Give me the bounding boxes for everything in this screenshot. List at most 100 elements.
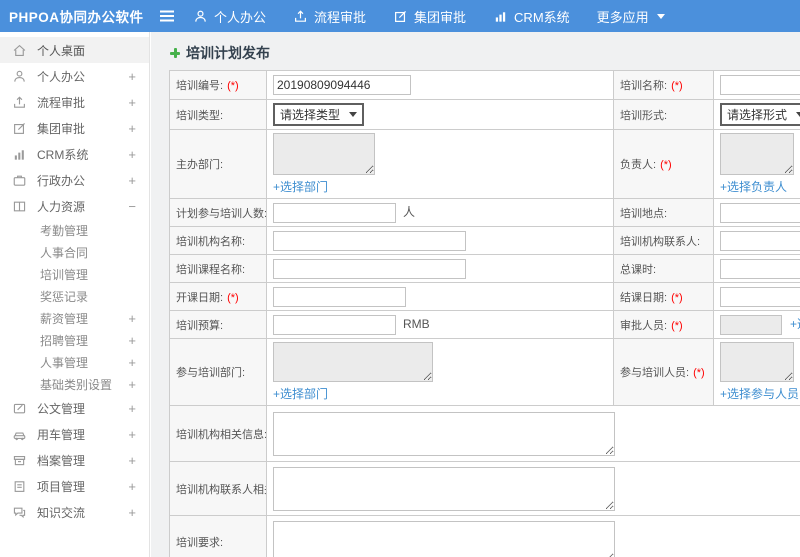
nav-group-approval[interactable]: 集团审批 xyxy=(393,7,466,26)
expand-indicator[interactable]: + xyxy=(128,121,136,136)
expand-indicator[interactable]: − xyxy=(128,199,136,214)
nav-workflow-approval[interactable]: 流程审批 xyxy=(293,7,366,26)
training-require-textarea[interactable] xyxy=(273,520,615,557)
form-row: 培训机构相关信息: xyxy=(169,405,800,462)
form-row: 培训预算: RMB 审批人员:(*) +选择审批人员 xyxy=(169,310,800,339)
nav-more-apps[interactable]: 更多应用 xyxy=(597,7,665,26)
sidebar-subitem-reward-record[interactable]: 奖惩记录 xyxy=(0,285,149,307)
form-row: 计划参与培训人数:(*) 人 培训地点: xyxy=(169,198,800,227)
required-mark: (*) xyxy=(693,367,705,379)
sidebar-subitem-hr-contract[interactable]: 人事合同 xyxy=(0,241,149,263)
join-dept-textarea[interactable] xyxy=(273,342,433,382)
training-no-input[interactable] xyxy=(273,75,411,95)
leader-textarea[interactable] xyxy=(720,133,794,175)
approver-input[interactable] xyxy=(720,314,782,335)
field-label: 主办部门: xyxy=(176,159,224,171)
sidebar-subitem-salary[interactable]: 薪资管理 + xyxy=(0,307,149,329)
org-name-input[interactable] xyxy=(273,230,466,251)
page-title: 培训计划发布 xyxy=(169,43,800,63)
bar-chart-icon xyxy=(493,9,508,24)
field-label: 参与培训部门: xyxy=(176,367,246,379)
join-staff-textarea[interactable] xyxy=(720,342,794,382)
total-hours-input[interactable] xyxy=(720,258,800,279)
training-name-input[interactable] xyxy=(720,75,800,95)
org-contact-input[interactable] xyxy=(720,230,800,251)
end-date-input[interactable] xyxy=(720,286,800,307)
select-dept-link[interactable]: +选择部门 xyxy=(273,178,328,195)
select-approver-link[interactable]: +选择审批人员 xyxy=(790,317,800,331)
field-label: 培训要求: xyxy=(176,536,224,549)
caret-down-icon xyxy=(656,13,665,19)
start-date-input[interactable] xyxy=(273,286,406,307)
expand-indicator[interactable]: + xyxy=(128,333,136,348)
field-label: 参与培训人员: xyxy=(620,367,690,379)
sidebar-subitem-personnel[interactable]: 人事管理 + xyxy=(0,351,149,373)
sidebar-item-label: 公文管理 xyxy=(37,401,86,416)
sidebar-subitem-base-category[interactable]: 基础类别设置 + xyxy=(0,373,149,395)
field-label: 审批人员: xyxy=(620,319,668,332)
hamburger-menu-icon[interactable] xyxy=(159,9,175,23)
budget-input[interactable] xyxy=(273,314,396,335)
caret-down-icon xyxy=(796,112,800,117)
main-content: 培训计划发布 培训编号:(*) 培训名称:(*) 培训类型: 请选择类型 培训形… xyxy=(151,32,800,557)
sidebar-subitem-label: 基础类别设置 xyxy=(40,377,113,392)
sidebar-item-label: 项目管理 xyxy=(37,479,86,494)
expand-indicator[interactable]: + xyxy=(128,479,136,494)
field-label: 培训机构联系人相关信息: xyxy=(176,483,266,496)
sidebar-subitem-recruitment[interactable]: 招聘管理 + xyxy=(0,329,149,351)
add-icon xyxy=(169,47,181,59)
expand-indicator[interactable]: + xyxy=(128,355,136,370)
sidebar-item-label: CRM系统 xyxy=(37,147,89,162)
sidebar-subitem-training[interactable]: 培训管理 xyxy=(0,263,149,285)
expand-indicator[interactable]: + xyxy=(128,311,136,326)
sidebar-item-label: 个人桌面 xyxy=(37,43,86,58)
expand-indicator[interactable]: + xyxy=(128,427,136,442)
nav-crm-system[interactable]: CRM系统 xyxy=(493,7,570,26)
sidebar-item-group-approval[interactable]: 集团审批 + xyxy=(0,115,149,141)
app-brand: PHPOA协同办公软件 xyxy=(9,10,144,25)
nav-personal-office[interactable]: 个人办公 xyxy=(193,7,266,26)
sidebar-item-knowledge-exchange[interactable]: 知识交流 + xyxy=(0,499,149,525)
sidebar-item-archive-management[interactable]: 档案管理 + xyxy=(0,447,149,473)
chat-icon xyxy=(12,505,29,520)
sidebar-item-label: 用车管理 xyxy=(37,427,86,442)
sidebar-item-label: 集团审批 xyxy=(37,121,86,136)
participant-count-input[interactable] xyxy=(273,202,396,223)
form-row: 培训编号:(*) 培训名称:(*) xyxy=(169,70,800,100)
org-contact-info-textarea[interactable] xyxy=(273,466,615,511)
training-type-select[interactable]: 请选择类型 xyxy=(273,103,365,126)
edit-icon xyxy=(393,9,408,24)
sidebar-item-admin-office[interactable]: 行政办公 + xyxy=(0,167,149,193)
select-join-dept-link[interactable]: +选择部门 xyxy=(273,385,328,402)
expand-indicator[interactable]: + xyxy=(128,401,136,416)
sidebar-item-personal-desktop[interactable]: 个人桌面 xyxy=(0,37,149,63)
host-dept-textarea[interactable] xyxy=(273,133,375,175)
sidebar-item-personal-office[interactable]: 个人办公 + xyxy=(0,63,149,89)
sidebar-subitem-label: 薪资管理 xyxy=(40,311,89,326)
edit-icon xyxy=(12,121,29,136)
sidebar-subitem-attendance[interactable]: 考勤管理 xyxy=(0,219,149,241)
expand-indicator[interactable]: + xyxy=(128,453,136,468)
expand-indicator[interactable]: + xyxy=(128,173,136,188)
expand-indicator[interactable]: + xyxy=(128,147,136,162)
expand-indicator[interactable]: + xyxy=(128,505,136,520)
nav-label: CRM系统 xyxy=(514,9,570,25)
field-label: 培训形式: xyxy=(620,109,668,122)
sidebar-item-workflow-approval[interactable]: 流程审批 + xyxy=(0,89,149,115)
select-leader-link[interactable]: +选择负责人 xyxy=(720,178,787,195)
expand-indicator[interactable]: + xyxy=(128,377,136,392)
nav-label: 集团审批 xyxy=(414,9,467,25)
training-mode-select[interactable]: 请选择形式 xyxy=(720,103,800,126)
sidebar-item-project-management[interactable]: 项目管理 + xyxy=(0,473,149,499)
expand-indicator[interactable]: + xyxy=(128,95,136,110)
sidebar-item-official-docs[interactable]: 公文管理 + xyxy=(0,395,149,421)
sidebar-item-crm-system[interactable]: CRM系统 + xyxy=(0,141,149,167)
select-join-staff-link[interactable]: +选择参与人员 xyxy=(720,385,799,402)
sidebar-item-vehicle-management[interactable]: 用车管理 + xyxy=(0,421,149,447)
nav-label: 个人办公 xyxy=(214,9,267,25)
expand-indicator[interactable]: + xyxy=(128,69,136,84)
sidebar-item-human-resources[interactable]: 人力资源 − xyxy=(0,193,149,219)
org-info-textarea[interactable] xyxy=(273,411,615,456)
course-name-input[interactable] xyxy=(273,258,466,279)
training-place-input[interactable] xyxy=(720,202,800,223)
